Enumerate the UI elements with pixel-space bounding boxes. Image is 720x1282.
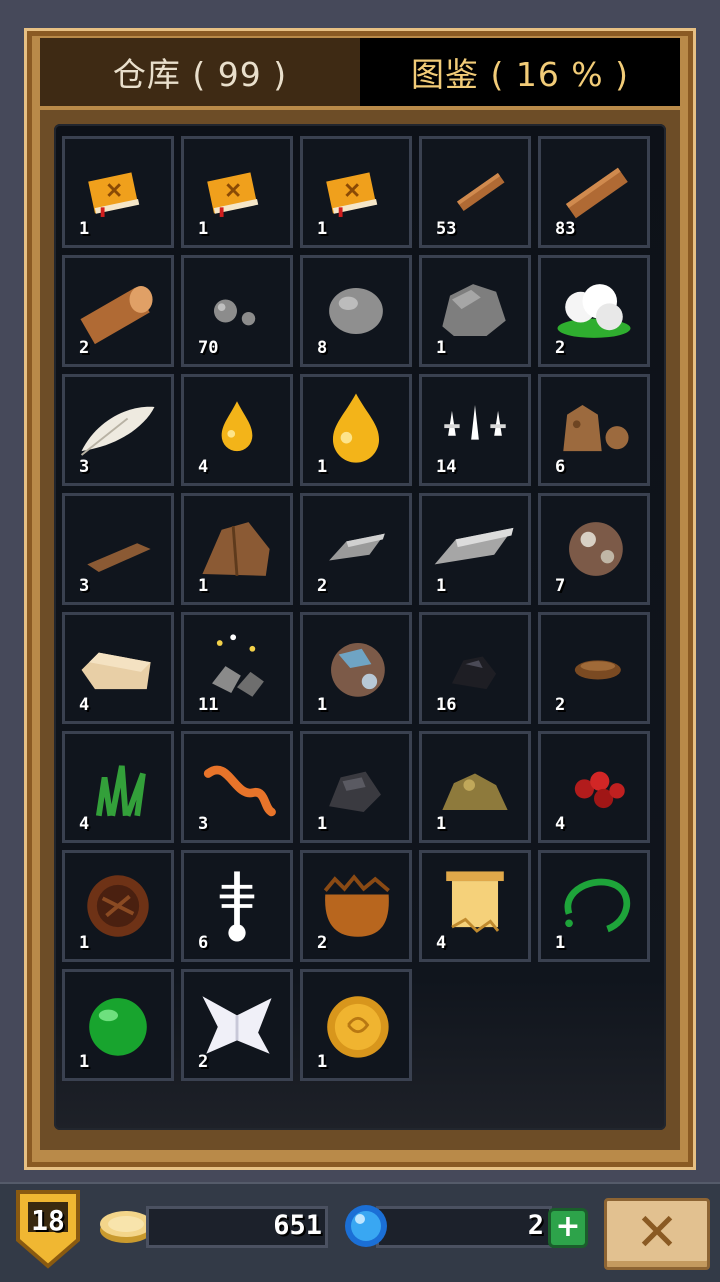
item-count: 1 bbox=[436, 576, 447, 596]
inventory-slot[interactable]: 14 bbox=[419, 374, 531, 486]
inventory-slot[interactable]: 1 bbox=[300, 136, 412, 248]
item-count: 1 bbox=[436, 338, 447, 358]
close-icon: ✕ bbox=[635, 1203, 679, 1263]
item-grid: 1 1 1 53 83 2 70 8 1 2 3 4 1 14 6 3 1 2 1 7 4 11 1 16 2 4 3 1 1 4 1 6 2 4… bbox=[62, 136, 658, 1081]
inventory-slot[interactable]: 1 bbox=[62, 850, 174, 962]
inventory-slot[interactable]: 3 bbox=[181, 731, 293, 843]
item-count: 1 bbox=[317, 814, 328, 834]
inventory-slot[interactable]: 1 bbox=[181, 136, 293, 248]
item-count: 1 bbox=[79, 933, 90, 953]
item-count: 2 bbox=[317, 933, 328, 953]
level-value: 18 bbox=[31, 1204, 65, 1237]
item-count: 4 bbox=[436, 933, 447, 953]
inventory-slot[interactable]: 2 bbox=[300, 493, 412, 605]
inventory-slot[interactable]: 1 bbox=[300, 731, 412, 843]
inventory-slot[interactable]: 4 bbox=[62, 612, 174, 724]
item-count: 1 bbox=[317, 1052, 328, 1072]
item-count: 2 bbox=[555, 338, 566, 358]
item-count: 6 bbox=[198, 933, 209, 953]
gem-value: 2 bbox=[527, 1210, 544, 1241]
item-count: 3 bbox=[198, 814, 209, 834]
inventory-slot[interactable]: 2 bbox=[538, 255, 650, 367]
item-count: 3 bbox=[79, 457, 90, 477]
inventory-slot[interactable]: 4 bbox=[181, 374, 293, 486]
inventory-slot[interactable]: 2 bbox=[300, 850, 412, 962]
item-count: 2 bbox=[317, 576, 328, 596]
inventory-slot[interactable]: 1 bbox=[62, 969, 174, 1081]
item-count: 2 bbox=[555, 695, 566, 715]
item-count: 70 bbox=[198, 338, 219, 358]
item-count: 83 bbox=[555, 219, 576, 239]
item-count: 7 bbox=[555, 576, 566, 596]
item-count: 1 bbox=[317, 219, 328, 239]
tab-bar: 仓库 ( 99 ) 图鉴 ( 16 % ) bbox=[40, 38, 680, 106]
close-button[interactable]: ✕ bbox=[604, 1198, 710, 1270]
item-count: 8 bbox=[317, 338, 328, 358]
inventory-slot[interactable]: 2 bbox=[62, 255, 174, 367]
inventory-slot[interactable]: 4 bbox=[62, 731, 174, 843]
item-count: 1 bbox=[79, 1052, 90, 1072]
item-count: 14 bbox=[436, 457, 457, 477]
inventory-slot[interactable]: 1 bbox=[419, 255, 531, 367]
item-count: 1 bbox=[555, 933, 566, 953]
item-count: 6 bbox=[555, 457, 566, 477]
inventory-slot[interactable]: 6 bbox=[538, 374, 650, 486]
inventory-slot[interactable]: 1 bbox=[419, 731, 531, 843]
item-count: 4 bbox=[198, 457, 209, 477]
inventory-slot[interactable]: 3 bbox=[62, 493, 174, 605]
tab-collection[interactable]: 图鉴 ( 16 % ) bbox=[360, 38, 680, 106]
inventory-slot[interactable]: 1 bbox=[300, 374, 412, 486]
inventory-slot[interactable]: 1 bbox=[419, 493, 531, 605]
inventory-slot[interactable]: 4 bbox=[538, 731, 650, 843]
item-count: 1 bbox=[79, 219, 90, 239]
inventory-slot[interactable]: 7 bbox=[538, 493, 650, 605]
item-count: 2 bbox=[198, 1052, 209, 1072]
inventory-slot[interactable]: 1 bbox=[62, 136, 174, 248]
inventory-slot[interactable]: 53 bbox=[419, 136, 531, 248]
item-count: 1 bbox=[198, 576, 209, 596]
item-count: 1 bbox=[198, 219, 209, 239]
gold-value: 651 bbox=[273, 1210, 322, 1241]
inventory-slot[interactable]: 1 bbox=[300, 612, 412, 724]
item-count: 4 bbox=[555, 814, 566, 834]
blue-gem-icon bbox=[345, 1205, 387, 1247]
inventory-slot[interactable]: 3 bbox=[62, 374, 174, 486]
inventory-slot[interactable]: 1 bbox=[300, 969, 412, 1081]
item-count: 4 bbox=[79, 695, 90, 715]
inventory-slot[interactable]: 70 bbox=[181, 255, 293, 367]
inventory-slot[interactable]: 11 bbox=[181, 612, 293, 724]
tab-warehouse[interactable]: 仓库 ( 99 ) bbox=[40, 38, 360, 106]
inventory-slot[interactable]: 4 bbox=[419, 850, 531, 962]
item-count: 11 bbox=[198, 695, 219, 715]
inventory-slot[interactable]: 83 bbox=[538, 136, 650, 248]
inventory-slot[interactable]: 2 bbox=[538, 612, 650, 724]
item-count: 1 bbox=[317, 695, 328, 715]
inventory-slot[interactable]: 2 bbox=[181, 969, 293, 1081]
inventory-slot[interactable]: 16 bbox=[419, 612, 531, 724]
item-count: 1 bbox=[317, 457, 328, 477]
item-count: 3 bbox=[79, 576, 90, 596]
item-count: 1 bbox=[436, 814, 447, 834]
item-count: 53 bbox=[436, 219, 457, 239]
inventory-slot[interactable]: 8 bbox=[300, 255, 412, 367]
add-gems-button[interactable]: + bbox=[548, 1208, 588, 1248]
item-count: 2 bbox=[79, 338, 90, 358]
inventory-slot[interactable]: 1 bbox=[181, 493, 293, 605]
item-count: 16 bbox=[436, 695, 457, 715]
inventory-slot[interactable]: 1 bbox=[538, 850, 650, 962]
inventory-slot[interactable]: 6 bbox=[181, 850, 293, 962]
item-count: 4 bbox=[79, 814, 90, 834]
